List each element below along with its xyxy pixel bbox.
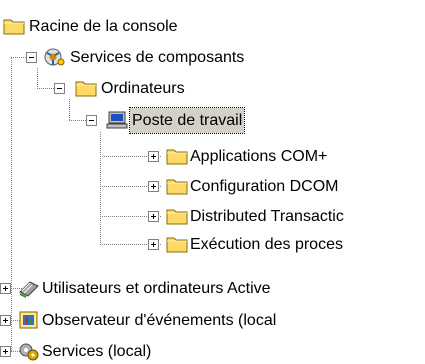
console-tree: Racine de la console Services de composa… <box>0 0 425 363</box>
tree-node-active-directory-label: Utilisateurs et ordinateurs Active <box>42 280 271 297</box>
tree-node-component-services-label: Services de composants <box>70 49 245 66</box>
folder-icon <box>166 179 188 195</box>
tree-node-my-computer-label: Poste de travail <box>128 107 246 134</box>
services-icon <box>19 343 39 361</box>
expand-toggle[interactable] <box>0 283 11 294</box>
folder-icon <box>166 209 188 225</box>
expand-toggle[interactable] <box>148 151 159 162</box>
expand-toggle[interactable] <box>0 315 11 326</box>
computer-icon <box>106 111 128 129</box>
tree-node-dcom-config-label: Configuration DCOM <box>190 178 339 195</box>
folder-icon <box>166 237 188 253</box>
folder-icon <box>166 149 188 165</box>
folder-icon <box>3 19 25 35</box>
tree-node-distributed-transaction-label: Distributed Transactic <box>190 208 344 225</box>
event-viewer-icon <box>19 311 38 329</box>
users-computers-icon <box>19 281 39 298</box>
tree-node-com-applications-label: Applications COM+ <box>190 148 328 165</box>
collapse-toggle[interactable] <box>86 115 97 126</box>
folder-icon <box>75 81 97 97</box>
component-services-icon <box>44 48 65 66</box>
tree-node-computers-label: Ordinateurs <box>101 80 185 97</box>
expand-toggle[interactable] <box>0 346 11 357</box>
tree-node-services-label: Services (local) <box>42 343 152 360</box>
collapse-toggle[interactable] <box>54 83 65 94</box>
expand-toggle[interactable] <box>148 211 159 222</box>
collapse-toggle[interactable] <box>26 52 37 63</box>
tree-node-root-label: Racine de la console <box>29 18 178 35</box>
expand-toggle[interactable] <box>148 239 159 250</box>
tree-node-event-viewer-label: Observateur d'événements (local <box>42 312 277 329</box>
tree-node-running-processes-label: Exécution des proces <box>190 236 343 253</box>
expand-toggle[interactable] <box>148 181 159 192</box>
